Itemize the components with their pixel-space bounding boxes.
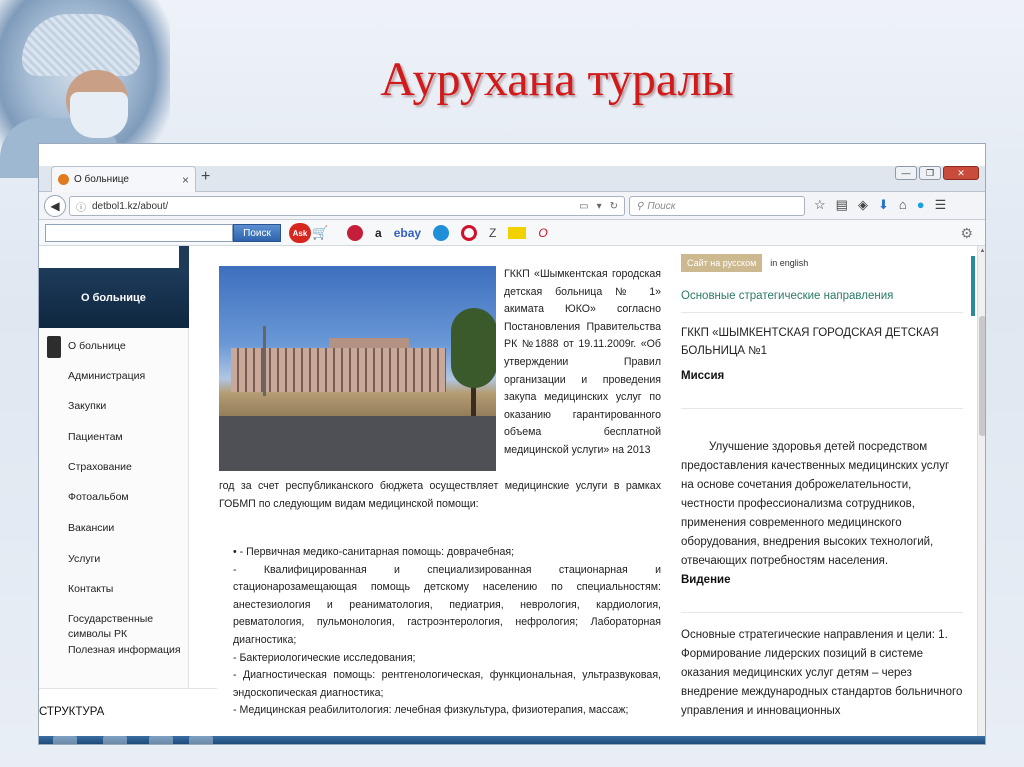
info-icon[interactable]: ⓘ [76,199,86,214]
vision-heading: Видение [681,574,731,586]
service-item: - Медицинская реабилитология: лечебная ф… [233,704,629,717]
reload-icon[interactable]: ↻ [610,201,618,212]
search-placeholder: Поиск [647,200,676,212]
sidebar-item-services[interactable]: Услуги [68,553,100,565]
sidebar-item-insurance[interactable]: Страхование [68,461,132,473]
scroll-thumb[interactable] [979,316,985,436]
navigation-bar: ◀ ⓘ detbol1.kz/about/ ▭ ▾ ↻ ⚲ Поиск ☆ ▤ … [39,192,985,220]
sidebar-menu: О больнице Администрация Закупки Пациент… [39,328,189,688]
start-icon[interactable] [53,736,77,744]
accent-bar [971,256,975,316]
new-tab-button[interactable]: + [201,168,210,186]
divider [681,408,963,409]
service-item: - Бактериологические исследования; [233,651,416,664]
menu-icon[interactable]: ☰ [935,197,947,213]
url-text: detbol1.kz/about/ [92,200,169,212]
amazon-icon[interactable]: a [375,224,382,242]
maximize-button[interactable]: ❐ [919,166,941,180]
right-column: Сайт на русском in english Основные стра… [681,246,971,744]
sidebar: О больнице О больнице Администрация Заку… [39,246,217,744]
divider [39,688,217,689]
site-shortcuts: a ebay Z O [347,224,548,242]
service-item: - Диагностическая помощь: рентгенологиче… [233,669,661,699]
window-controls: — ❐ ✕ [895,166,979,180]
lang-english-link[interactable]: in english [770,258,808,268]
divider [681,312,963,313]
download-icon[interactable]: ⬇ [878,197,889,213]
site-favicon-icon [58,174,69,185]
ask-logo[interactable]: Ask [289,223,311,243]
sidebar-item-contacts[interactable]: Контакты [68,583,113,595]
home-icon[interactable]: ⌂ [899,197,907,213]
strategy-link[interactable]: Основные стратегические направления [681,290,893,302]
hospital-photo [219,266,496,471]
skype-icon[interactable]: ● [917,197,925,213]
reading-list-icon[interactable]: ▤ [836,197,848,213]
walmart-icon[interactable] [433,225,450,241]
taskbar [39,736,985,744]
ebay-icon[interactable]: ebay [394,224,421,242]
dropdown-icon[interactable]: ▾ [597,201,602,212]
zappos-icon[interactable]: Z [489,224,496,242]
sidebar-item-vacancies[interactable]: Вакансии [68,522,114,534]
browser-search-input[interactable]: ⚲ Поиск [629,196,805,216]
services-list: • - Первичная медико-санитарная помощь: … [233,544,661,720]
tab-close-icon[interactable]: × [182,173,189,187]
goals-text: Основные стратегические направления и це… [681,629,963,717]
back-arrow-icon[interactable]: ◀ [44,195,66,217]
slide-title: Аурухана туралы [380,53,734,106]
tab-title: О больнице [74,174,129,185]
shopping-cart-icon[interactable]: 🛒 [312,225,328,241]
reader-view-icon[interactable]: ▭ [579,201,588,212]
sidebar-item-administration[interactable]: Администрация [68,370,145,382]
book-icon [47,336,61,358]
minimize-button[interactable]: — [895,166,917,180]
language-switcher: Сайт на русском in english [681,254,808,272]
intro-text-continued: год за счет республиканского бюджета осу… [219,480,661,510]
sidebar-item-patients[interactable]: Пациентам [68,431,123,443]
mission-text: Улучшение здоровья детей посредством пре… [681,441,950,567]
sidebar-item-useful-info[interactable]: Полезная информация [68,644,181,656]
service-item: • - Первичная медико-санитарная помощь: … [233,546,515,558]
sidebar-item-photo-album[interactable]: Фотоальбом [68,491,129,503]
sidebar-item-state-symbols-2[interactable]: символы РК [68,628,127,640]
search-icon: ⚲ [636,200,644,212]
divider [681,612,963,613]
structure-link[interactable]: СТРУКТУРА [39,706,104,718]
title-bar [39,144,985,166]
tab-about[interactable]: О больнице × [51,166,196,192]
sidebar-item-about[interactable]: О больнице [68,340,126,352]
lang-russian-button[interactable]: Сайт на русском [681,254,763,272]
intro-text: ГККП «Шымкентская городская детская боль… [504,268,661,456]
scroll-up-icon[interactable]: ▲ [979,248,985,256]
ask-search-button[interactable]: Поиск [233,224,281,242]
main-article: ГККП «Шымкентская городская детская боль… [219,246,661,744]
taskbar-app-icon[interactable] [103,736,127,744]
org-name: ГККП «ШЫМКЕНТСКАЯ ГОРОДСКАЯ ДЕТСКАЯ БОЛЬ… [681,327,939,357]
ask-toolbar: Поиск Ask 🛒 a ebay Z O ⚙ [39,220,985,246]
mission-heading: Миссия [681,370,725,382]
pocket-icon[interactable]: ◈ [858,197,868,213]
vertical-scrollbar[interactable]: ▲ [977,246,985,744]
shortcut-red-icon[interactable] [347,225,363,241]
gear-icon[interactable]: ⚙ [960,225,973,242]
close-window-button[interactable]: ✕ [943,166,979,180]
page-content: О больнице О больнице Администрация Заку… [39,246,985,744]
sidebar-header: О больнице [39,268,189,328]
ask-search-input[interactable] [45,224,233,242]
bookmark-star-icon[interactable]: ☆ [814,197,826,213]
bestbuy-icon[interactable] [508,227,527,239]
tab-strip: О больнице × + [39,166,985,192]
target-icon[interactable] [461,225,478,241]
nav-icons: ☆ ▤ ◈ ⬇ ⌂ ● ☰ [814,197,946,213]
taskbar-app-icon[interactable] [189,736,213,744]
taskbar-app-icon[interactable] [149,736,173,744]
sidebar-item-procurement[interactable]: Закупки [68,400,106,412]
sidebar-item-state-symbols[interactable]: Государственные [68,613,153,625]
address-bar[interactable]: ⓘ detbol1.kz/about/ ▭ ▾ ↻ [69,196,625,216]
browser-window: О больнице × + — ❐ ✕ ◀ ⓘ detbol1.kz/abou… [38,143,986,745]
opera-icon[interactable]: O [538,224,547,242]
service-item: - Квалифицированная и специализированная… [233,563,661,646]
